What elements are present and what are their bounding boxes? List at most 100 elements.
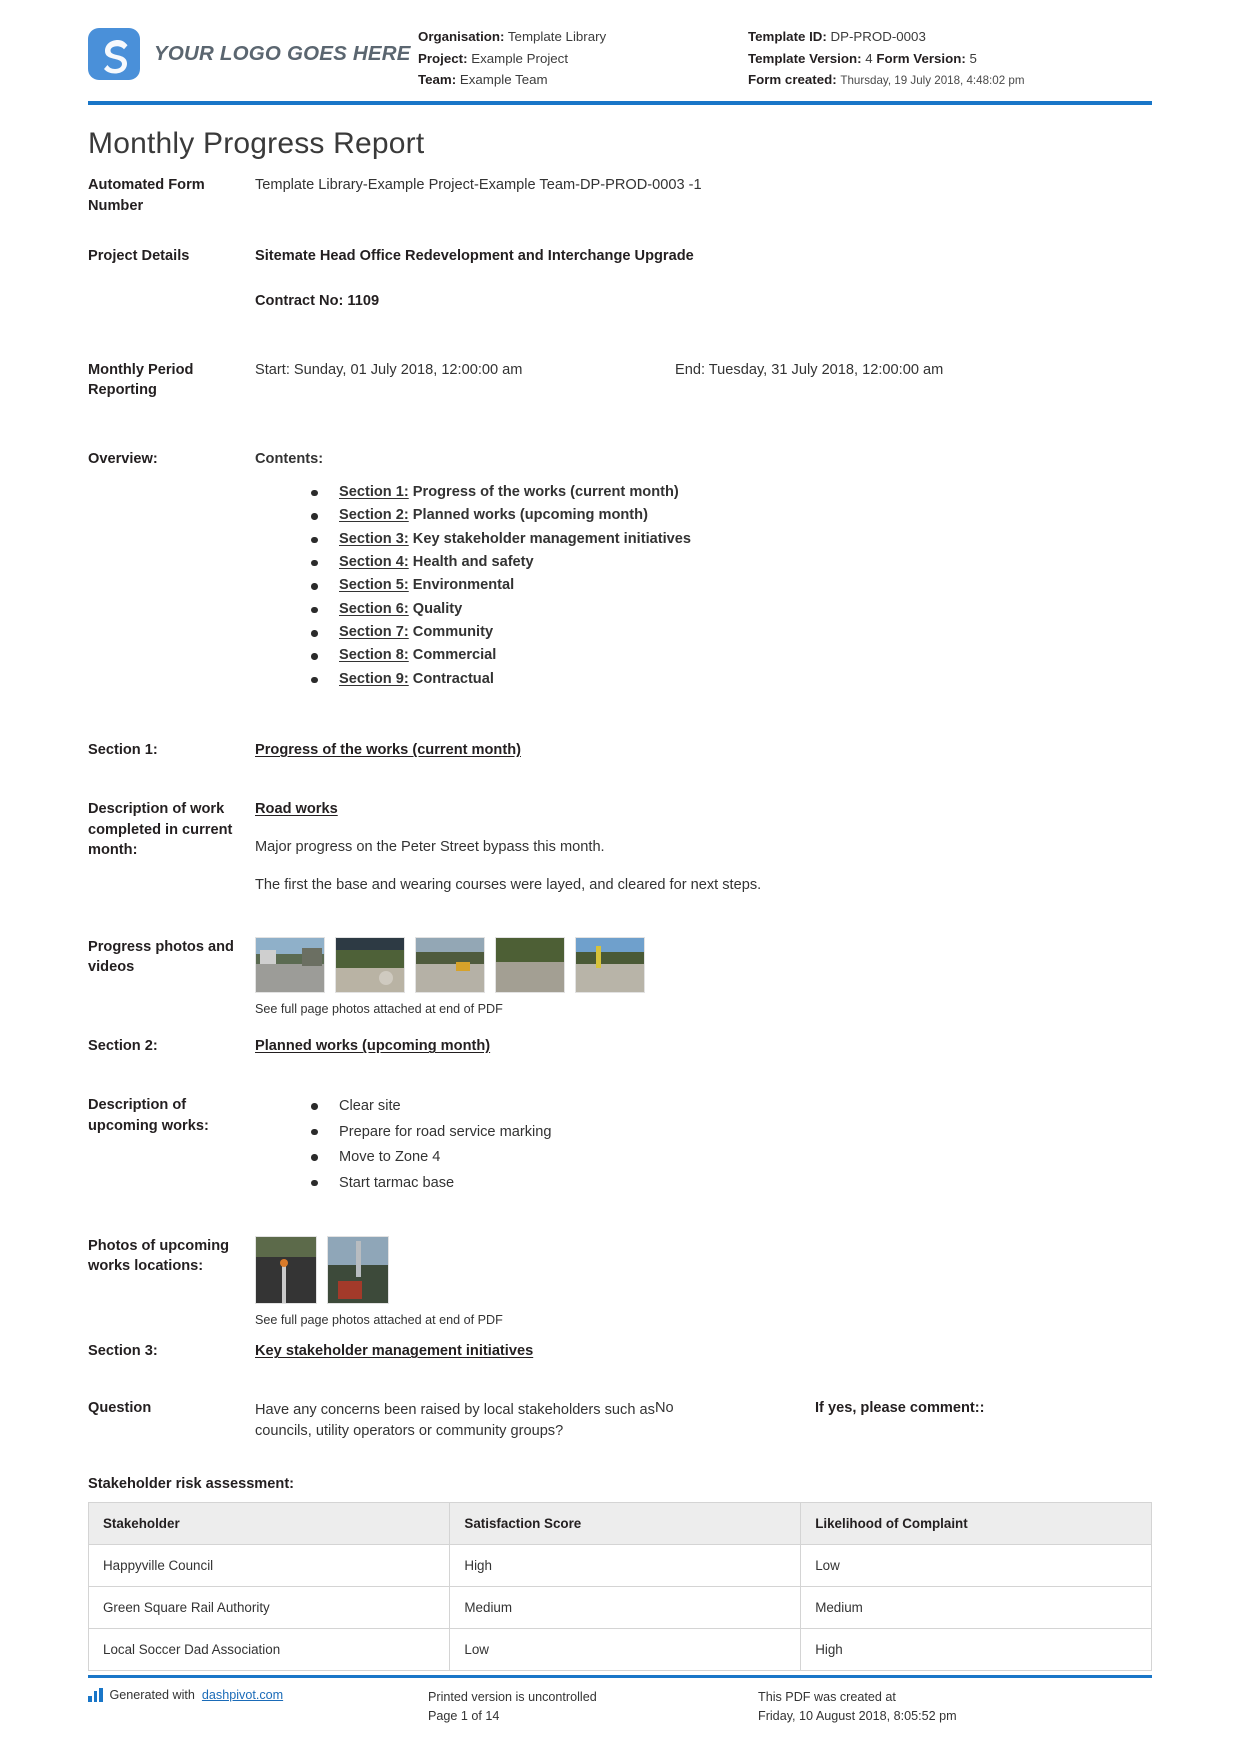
table-cell-likelihood: Low <box>800 1544 1152 1588</box>
contract-no-value: Contract No: 1109 <box>255 293 380 309</box>
table-column-header: Likelihood of Complaint <box>800 1502 1152 1546</box>
table-row: Happyville Council High Low <box>87 1544 1152 1588</box>
contents-item-6[interactable]: Section 6: Quality <box>311 599 1152 620</box>
section2-photos-label: Photos of upcoming works locations: <box>88 1237 230 1275</box>
dashpivot-link[interactable]: dashpivot.com <box>202 1688 283 1702</box>
table-cell-satisfaction: Medium <box>449 1586 802 1630</box>
page-title: Monthly Progress Report <box>88 126 425 160</box>
contents-item-prefix: Section 5: <box>339 577 409 594</box>
question-label: Question <box>88 1400 152 1417</box>
contents-item-prefix: Section 9: <box>339 670 409 687</box>
section1-photos-label: Progress photos and videos <box>88 938 234 976</box>
upcoming-works-item: Clear site <box>311 1095 1152 1118</box>
organisation-value: Template Library <box>507 29 607 44</box>
contents-item-4[interactable]: Section 4: Health and safety <box>311 552 1152 573</box>
team-line: Team: Example Team <box>418 69 748 91</box>
overview-label: Overview: <box>88 451 158 468</box>
stakeholder-risk-table: Stakeholder Satisfaction Score Likelihoo… <box>87 1502 1152 1672</box>
contents-item-prefix: Section 2: <box>339 507 409 524</box>
upcoming-works-list: Clear site Prepare for road service mark… <box>311 1095 1152 1194</box>
document-footer: Generated with dashpivot.com Printed ver… <box>0 1675 1240 1726</box>
footer-generated-with: Generated with dashpivot.com <box>88 1688 428 1703</box>
section1-description-body: Road works Major progress on the Peter S… <box>255 799 1152 913</box>
contents-item-9[interactable]: Section 9: Contractual <box>311 669 1152 690</box>
contents-item-3[interactable]: Section 3: Key stakeholder management in… <box>311 529 1152 550</box>
template-id-value: DP-PROD-0003 <box>830 29 926 44</box>
section1-row: Section 1: Progress of the works (curren… <box>88 740 1152 761</box>
progress-photo-thumbnail[interactable] <box>495 936 565 993</box>
contents-item-text: Environmental <box>408 577 515 594</box>
document-page: YOUR LOGO GOES HERE Organisation: Templa… <box>0 0 1240 1754</box>
template-version-label: Template Version: <box>748 50 862 66</box>
progress-photo-thumbnail[interactable] <box>335 936 405 993</box>
table-cell-satisfaction: Low <box>449 1628 802 1672</box>
generated-prefix: Generated with <box>109 1688 195 1703</box>
section2-description-label: Description of upcoming works: <box>88 1097 209 1134</box>
table-row: Local Soccer Dad Association Low High <box>87 1628 1152 1672</box>
table-cell-stakeholder: Green Square Rail Authority <box>87 1586 451 1630</box>
logo-block: YOUR LOGO GOES HERE <box>88 18 418 80</box>
upcoming-photo-thumbnail[interactable] <box>255 1235 317 1304</box>
contents-item-text: Health and safety <box>408 553 534 570</box>
progress-photo-thumbnail[interactable] <box>415 936 485 993</box>
progress-photo-thumbnail[interactable] <box>575 936 645 993</box>
footer-divider <box>88 1675 1152 1679</box>
contents-item-7[interactable]: Section 7: Community <box>311 622 1152 643</box>
contents-item-8[interactable]: Section 8: Commercial <box>311 645 1152 666</box>
contents-item-text: Planned works (upcoming month) <box>408 507 648 524</box>
project-value: Example Project <box>471 50 569 66</box>
section1-photo-caption: See full page photos attached at end of … <box>255 1001 503 1016</box>
project-line: Project: Example Project <box>418 48 748 70</box>
section2-photo-caption: See full page photos attached at end of … <box>255 1312 503 1327</box>
period-end-value: End: Tuesday, 31 July 2018, 12:00:00 am <box>675 361 944 378</box>
page-number: Page 1 of 14 <box>428 1709 500 1724</box>
header-meta-right: Template ID: DP-PROD-0003 Template Versi… <box>748 18 1152 91</box>
contents-heading: Contents: <box>255 451 324 468</box>
section2-label: Section 2: <box>88 1038 158 1055</box>
progress-photo-thumbnail[interactable] <box>255 936 325 993</box>
contents-item-prefix: Section 8: <box>339 647 409 664</box>
form-created-value: Thursday, 19 July 2018, 4:48:02 pm <box>840 74 1025 88</box>
table-cell-likelihood: High <box>800 1628 1152 1672</box>
table-cell-likelihood: Medium <box>800 1586 1152 1630</box>
contents-list: Section 1: Progress of the works (curren… <box>311 482 1152 690</box>
table-column-header: Satisfaction Score <box>449 1502 802 1546</box>
form-created-label: Form created: <box>748 72 837 88</box>
contents-item-prefix: Section 1: <box>339 483 409 500</box>
progress-photo-strip <box>255 936 1152 993</box>
table-row: Green Square Rail Authority Medium Mediu… <box>87 1586 1152 1630</box>
reporting-period-values: Start: Sunday, 01 July 2018, 12:00:00 am… <box>255 360 1152 381</box>
section3-row: Section 3: Key stakeholder management in… <box>88 1341 1152 1362</box>
contents-item-prefix: Section 4: <box>339 553 409 570</box>
section3-heading: Key stakeholder management initiatives <box>255 1343 534 1360</box>
upcoming-photo-thumbnail[interactable] <box>327 1235 389 1304</box>
contents-item-1[interactable]: Section 1: Progress of the works (curren… <box>311 482 1152 503</box>
section1-subheading: Road works <box>255 800 338 817</box>
upcoming-works-item: Move to Zone 4 <box>311 1146 1152 1169</box>
pdf-created-label: This PDF was created at <box>758 1690 896 1705</box>
contents-item-prefix: Section 7: <box>339 624 409 641</box>
contents-item-prefix: Section 3: <box>339 530 409 547</box>
company-logo-icon <box>88 28 140 80</box>
footer-right: This PDF was created at Friday, 10 Augus… <box>758 1688 1152 1726</box>
document-header: YOUR LOGO GOES HERE Organisation: Templa… <box>0 0 1240 101</box>
section2-photos-body: See full page photos attached at end of … <box>255 1235 1152 1330</box>
form-version-label: Form Version: <box>876 50 966 66</box>
contents-item-2[interactable]: Section 2: Planned works (upcoming month… <box>311 505 1152 526</box>
question-text: Have any concerns been raised by local s… <box>255 1402 655 1440</box>
project-details-label: Project Details <box>88 248 190 265</box>
header-divider <box>88 100 1152 105</box>
automated-form-number-row: Automated Form Number Template Library-E… <box>88 175 1152 216</box>
reporting-period-row: Monthly Period Reporting Start: Sunday, … <box>88 360 1152 401</box>
automated-form-number-value: Template Library-Example Project-Example… <box>255 176 702 193</box>
header-meta-left: Organisation: Template Library Project: … <box>418 18 748 91</box>
upcoming-photo-strip <box>255 1235 1152 1304</box>
contents-item-5[interactable]: Section 5: Environmental <box>311 575 1152 596</box>
reporting-period-label: Monthly Period Reporting <box>88 361 194 399</box>
document-body: Monthly Progress Report Automated Form N… <box>0 127 1240 1672</box>
project-details-row: Project Details Sitemate Head Office Red… <box>88 246 1152 267</box>
form-created-line: Form created: Thursday, 19 July 2018, 4:… <box>748 69 1152 91</box>
contents-item-text: Quality <box>408 600 463 617</box>
table-header-row: Stakeholder Satisfaction Score Likelihoo… <box>87 1502 1152 1546</box>
template-version-value: 4 <box>865 50 873 66</box>
